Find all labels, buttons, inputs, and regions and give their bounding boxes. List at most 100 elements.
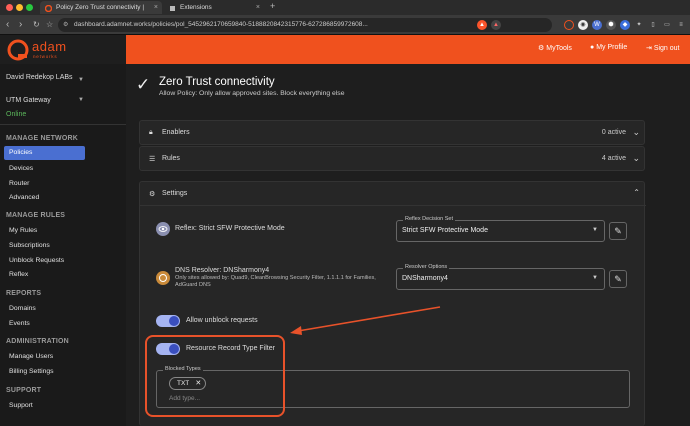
chip-label: TXT	[177, 380, 190, 387]
allow-unblock-toggle[interactable]	[156, 315, 180, 327]
adam-logo-icon	[7, 39, 29, 61]
browser-toolbar: ‹ › ↻ ☆ ⚙ dashboard.adamnet.works/polici…	[0, 15, 690, 35]
select-value: DNSharmony4	[402, 275, 448, 282]
tab-label: Extensions	[180, 4, 212, 11]
dns-description: AdGuard DNS	[175, 282, 211, 288]
chevron-down-icon[interactable]: ⌄	[632, 127, 640, 138]
sidebar-item-my-rules[interactable]: My Rules	[9, 227, 37, 234]
sidebar-item-events[interactable]: Events	[9, 320, 30, 327]
dns-resolver-icon	[156, 271, 170, 285]
brave-shield-icon[interactable]: ▲	[477, 20, 487, 30]
check-icon: ✓	[136, 75, 151, 94]
sidebar-divider	[0, 124, 126, 125]
browser-tab-bar: Policy Zero Trust connectivity | × Exten…	[0, 0, 690, 15]
sidebar-item-billing-settings[interactable]: Billing Settings	[9, 368, 54, 375]
puzzle-icon	[169, 4, 176, 11]
page-title: Zero Trust connectivity	[159, 76, 275, 88]
dns-label: DNS Resolver: DNSharmony4	[175, 267, 270, 274]
brave-rewards-icon[interactable]: ▲	[491, 20, 501, 30]
caret-down-icon: ▼	[592, 275, 598, 281]
org-selector[interactable]: David Redekop LABs	[6, 73, 86, 82]
mytools-link[interactable]: ⚙ MyTools	[538, 44, 572, 52]
sidebar-item-subscriptions[interactable]: Subscriptions	[9, 242, 50, 249]
back-icon[interactable]: ‹	[6, 19, 9, 31]
blocked-type-chip[interactable]: TXT ✕	[169, 377, 207, 390]
resolver-options-select[interactable]: Resolver Options DNSharmony4 ▼	[396, 264, 605, 290]
toggle-knob	[169, 344, 179, 354]
section-manage-network: MANAGE NETWORK	[6, 135, 79, 142]
edit-resolver-button[interactable]: ✎	[609, 270, 627, 288]
site-info-icon[interactable]: ⚙	[63, 18, 68, 32]
toggle-knob	[169, 316, 179, 326]
logo[interactable]: adam networks	[0, 35, 126, 64]
reflex-decision-set-select[interactable]: Reflex Decision Set Strict SFW Protectiv…	[396, 216, 605, 242]
edit-reflex-button[interactable]: ✎	[609, 222, 627, 240]
sign-out-link[interactable]: ⇥ Sign out	[646, 44, 680, 52]
chevron-down-icon[interactable]: ▼	[78, 77, 84, 83]
menu-icon[interactable]: ≡	[676, 20, 686, 30]
pencil-icon: ✎	[614, 226, 622, 236]
sidebar-item-policies[interactable]: Policies	[9, 149, 32, 156]
rr-type-filter-toggle[interactable]	[156, 343, 180, 355]
browser-tab-policy[interactable]: Policy Zero Trust connectivity | ×	[40, 1, 162, 14]
extensions-puzzle-icon[interactable]: ✦	[634, 20, 644, 30]
new-tab-button[interactable]: +	[270, 1, 275, 11]
add-type-placeholder[interactable]: Add type...	[169, 395, 200, 402]
chevron-up-icon[interactable]: ⌃	[633, 188, 640, 197]
sidebar-item-support[interactable]: Support	[9, 402, 33, 409]
chip-remove-icon[interactable]: ✕	[195, 378, 201, 389]
rules-panel[interactable]: ☰ Rules 4 active ⌄	[139, 146, 645, 171]
reflex-eye-icon	[156, 222, 170, 236]
browser-tab-extensions[interactable]: Extensions ×	[164, 1, 264, 14]
brand-sub: networks	[33, 54, 58, 59]
bookmark-icon[interactable]: ☆	[46, 19, 53, 31]
sidebar-item-router[interactable]: Router	[9, 180, 29, 187]
close-window-dot[interactable]	[6, 4, 13, 11]
field-legend: Blocked Types	[163, 366, 203, 372]
my-profile-link[interactable]: ● My Profile	[590, 44, 627, 51]
wallet-icon[interactable]: ▭	[662, 20, 672, 30]
forward-icon[interactable]: ›	[19, 19, 22, 31]
minimize-window-dot[interactable]	[16, 4, 23, 11]
page-subtitle: Allow Policy: Only allow approved sites.…	[159, 90, 345, 97]
extension-icon[interactable]: ◉	[578, 20, 588, 30]
sidebar-item-unblock-requests[interactable]: Unblock Requests	[9, 257, 64, 264]
close-tab-icon[interactable]: ×	[256, 1, 260, 14]
sidebar-item-devices[interactable]: Devices	[9, 165, 33, 172]
adam-extension-icon[interactable]	[564, 20, 574, 30]
extension-icon[interactable]: W	[592, 20, 602, 30]
allow-unblock-label: Allow unblock requests	[186, 317, 258, 324]
extension-icon[interactable]: ◆	[620, 20, 630, 30]
gateway-selector[interactable]: UTM Gateway	[6, 96, 86, 105]
reload-icon[interactable]: ↻	[33, 19, 40, 31]
extension-icon[interactable]: ⬢	[606, 20, 616, 30]
section-administration: ADMINISTRATION	[6, 338, 69, 345]
sidebar-item-reflex[interactable]: Reflex	[9, 271, 28, 278]
sidebar-item-domains[interactable]: Domains	[9, 305, 36, 312]
chevron-down-icon[interactable]: ⌄	[632, 153, 640, 164]
blocked-types-input[interactable]: Blocked Types TXT ✕ Add type...	[156, 366, 630, 408]
sign-out-icon: ⇥	[646, 45, 654, 52]
sidebar-toggle-icon[interactable]: ▯	[648, 20, 658, 30]
enablers-panel[interactable]: 🔒︎ Enablers 0 active ⌄	[139, 120, 645, 145]
chevron-down-icon[interactable]: ▼	[78, 97, 84, 103]
field-legend: Resolver Options	[403, 264, 450, 270]
gear-icon: ⚙	[149, 191, 156, 198]
close-tab-icon[interactable]: ×	[154, 1, 158, 14]
enablers-label: Enablers	[162, 129, 190, 136]
tab-label: Policy Zero Trust connectivity |	[56, 4, 145, 11]
adam-favicon-icon	[44, 4, 53, 13]
section-reports: REPORTS	[6, 290, 42, 297]
rules-count: 4 active	[601, 155, 626, 162]
settings-divider	[140, 205, 646, 206]
rr-type-filter-label: Resource Record Type Filter	[186, 345, 275, 352]
settings-label: Settings	[162, 190, 188, 197]
sidebar-item-advanced[interactable]: Advanced	[9, 194, 39, 201]
settings-panel: ⚙ Settings ⌃ Reflex: Strict SFW Protecti…	[139, 181, 646, 426]
url-text: dashboard.adamnet.works/policies/pol_545…	[74, 21, 368, 28]
section-manage-rules: MANAGE RULES	[6, 212, 66, 219]
sidebar-item-manage-users[interactable]: Manage Users	[9, 353, 53, 360]
select-value: Strict SFW Protective Mode	[402, 227, 488, 234]
rules-label: Rules	[162, 155, 180, 162]
maximize-window-dot[interactable]	[26, 4, 33, 11]
